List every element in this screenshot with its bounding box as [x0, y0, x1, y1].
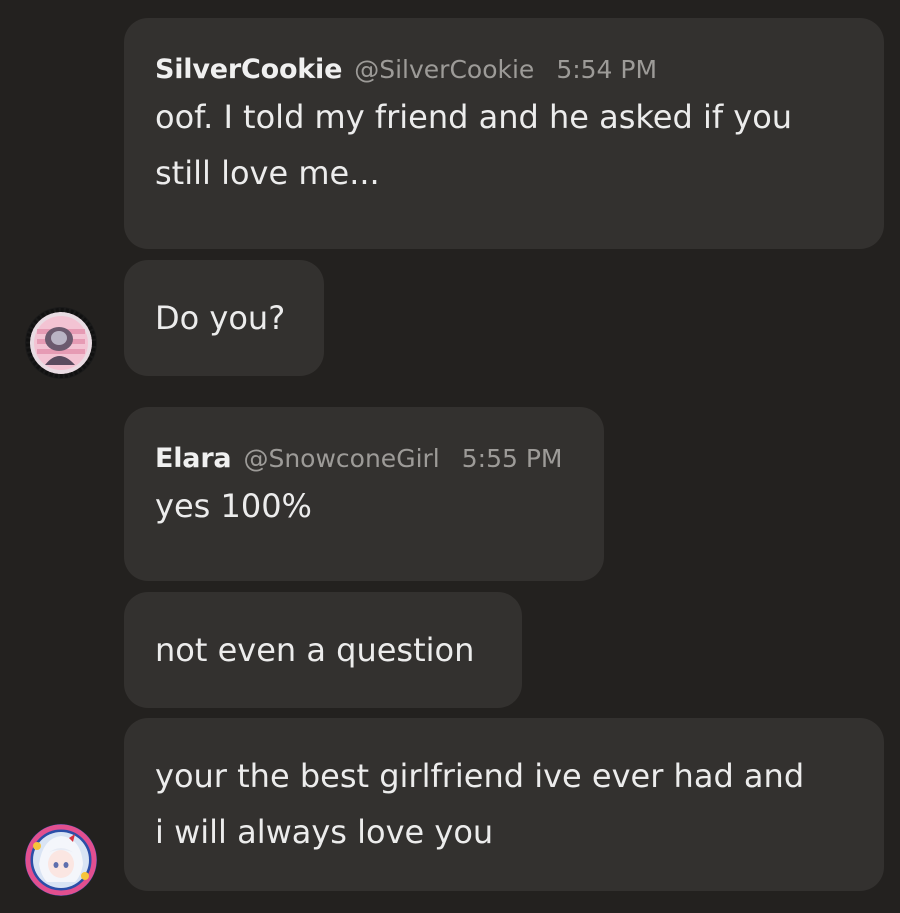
message-text: i will always love you	[155, 813, 494, 851]
avatar-elara-image	[25, 824, 97, 896]
message-header: Elara @SnowconeGirl 5:55 PM	[155, 443, 604, 474]
message-bubble[interactable]: Do you?	[124, 260, 324, 376]
message-text: oof. I told my friend and he asked if yo…	[155, 98, 793, 136]
author-handle[interactable]: @SnowconeGirl	[243, 444, 439, 473]
message-bubble[interactable]: not even a question	[124, 592, 522, 708]
author-name[interactable]: Elara	[155, 443, 232, 474]
message-text: not even a question	[155, 631, 475, 669]
message-header: SilverCookie @SilverCookie 5:54 PM	[155, 54, 884, 85]
message-text: your the best girlfriend ive ever had an…	[155, 757, 805, 795]
message-bubble[interactable]: Elara @SnowconeGirl 5:55 PM yes 100%	[124, 407, 604, 581]
message-bubble[interactable]: SilverCookie @SilverCookie 5:54 PM oof. …	[124, 18, 884, 249]
message-text: Do you?	[155, 299, 286, 337]
message-text: still love me...	[155, 154, 380, 192]
chat-log: SilverCookie @SilverCookie 5:54 PM oof. …	[0, 0, 900, 913]
avatar-silvercookie-image	[25, 307, 97, 379]
author-handle[interactable]: @SilverCookie	[354, 55, 534, 84]
author-name[interactable]: SilverCookie	[155, 54, 342, 85]
message-text: yes 100%	[155, 487, 312, 525]
message-bubble[interactable]: your the best girlfriend ive ever had an…	[124, 718, 884, 891]
avatar-elara[interactable]	[25, 824, 97, 896]
message-timestamp: 5:54 PM	[556, 55, 658, 84]
avatar-silvercookie[interactable]	[25, 307, 97, 379]
message-timestamp: 5:55 PM	[461, 444, 563, 473]
